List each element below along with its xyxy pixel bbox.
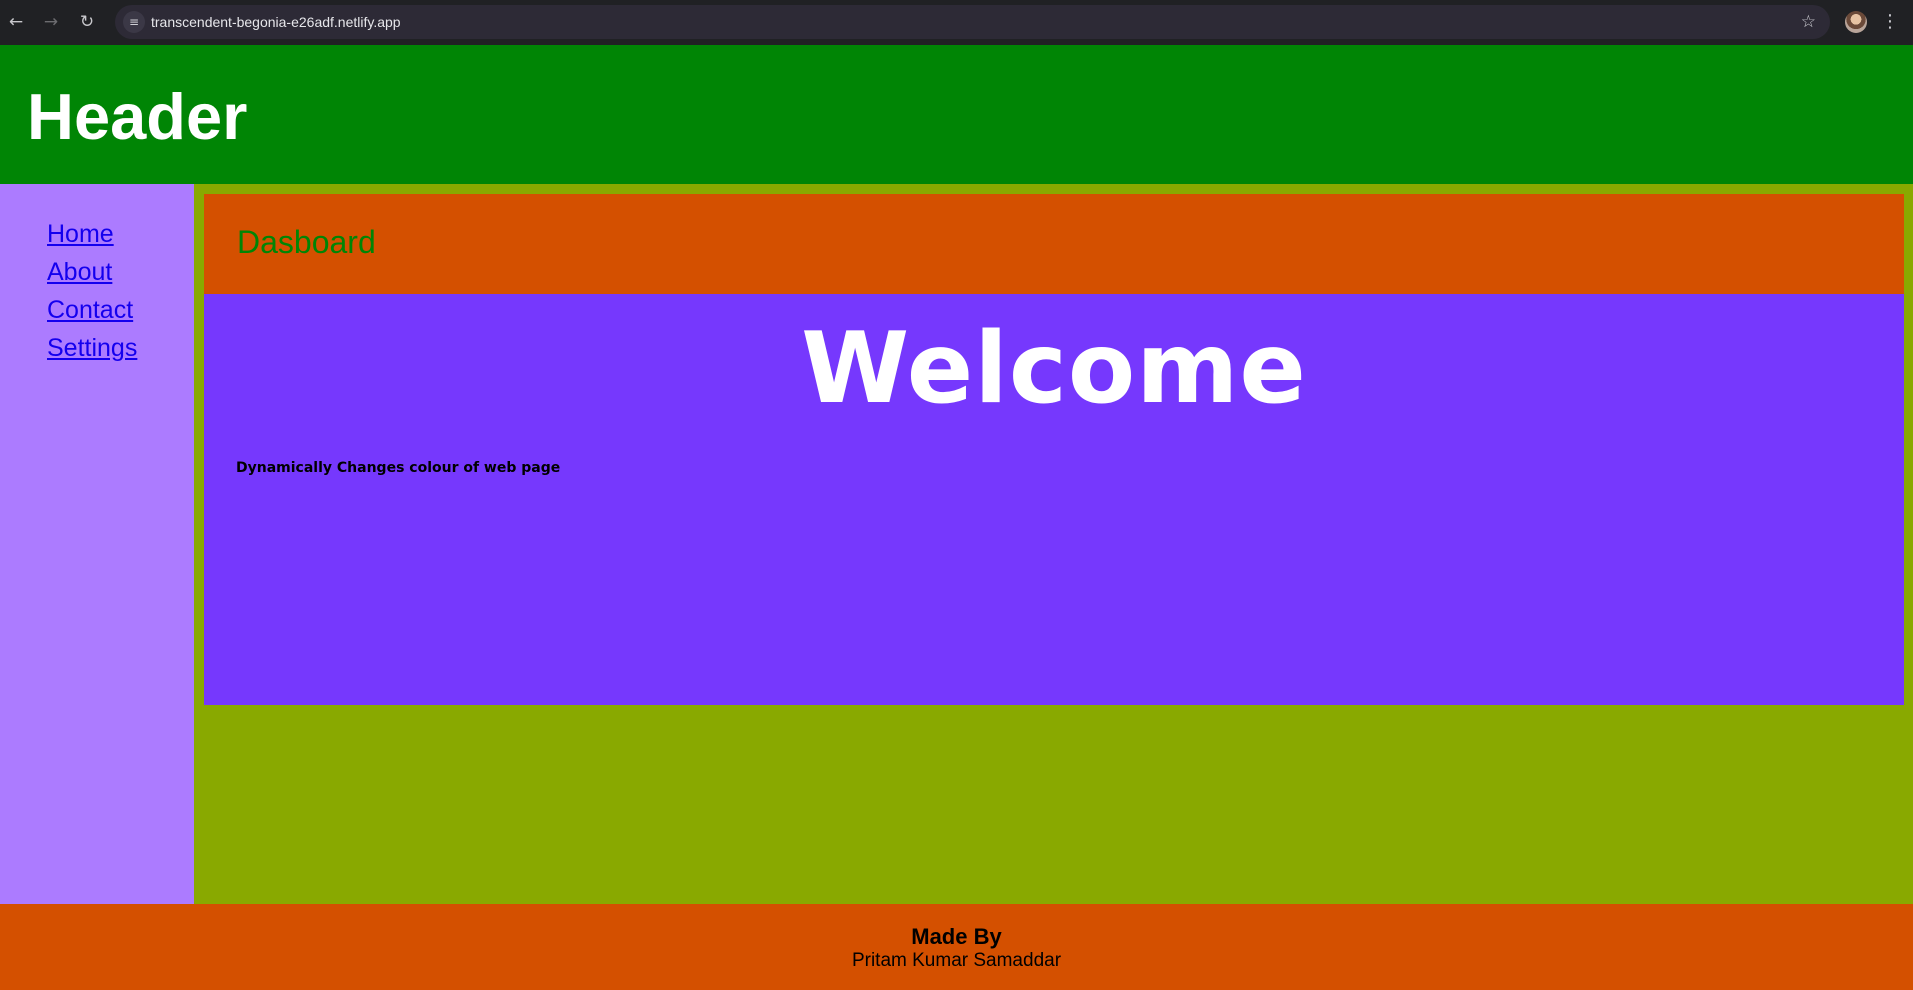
avatar[interactable] xyxy=(1845,11,1867,33)
address-bar[interactable]: ≡ transcendent-begonia-e26adf.netlify.ap… xyxy=(115,5,1830,39)
nav-link-contact[interactable]: Contact xyxy=(47,296,133,324)
tune-icon[interactable]: ≡ xyxy=(123,11,145,33)
browser-toolbar: ← → ↻ ≡ transcendent-begonia-e26adf.netl… xyxy=(0,0,1913,45)
header-title: Header xyxy=(27,80,248,153)
reload-icon[interactable]: ↻ xyxy=(76,11,98,33)
made-by-label: Made By xyxy=(911,924,1002,949)
sidebar-item-about: About xyxy=(47,258,137,296)
back-arrow-icon[interactable]: ← xyxy=(5,11,27,33)
nav-link-settings[interactable]: Settings xyxy=(47,334,137,362)
welcome-title: Welcome xyxy=(801,312,1307,426)
nav-link-about[interactable]: About xyxy=(47,258,112,286)
web-page: Header Home About Contact Settings Dasbo… xyxy=(0,45,1913,990)
dashboard-banner: Dasboard xyxy=(204,194,1904,294)
sidebar-item-settings: Settings xyxy=(47,334,137,372)
sidebar: Home About Contact Settings xyxy=(0,184,194,904)
url-text[interactable]: transcendent-begonia-e26adf.netlify.app xyxy=(151,14,401,30)
welcome-text: Dynamically Changes colour of web page xyxy=(236,460,561,476)
main-content: Dasboard Welcome Dynamically Changes col… xyxy=(194,184,1913,904)
site-header: Header xyxy=(0,45,1913,184)
nav-link-home[interactable]: Home xyxy=(47,220,114,248)
dashboard-title: Dasboard xyxy=(237,224,376,260)
forward-arrow-icon[interactable]: → xyxy=(40,11,62,33)
sidebar-item-contact: Contact xyxy=(47,296,137,334)
star-icon[interactable]: ☆ xyxy=(1801,11,1816,33)
kebab-menu-icon[interactable]: ⋮ xyxy=(1880,10,1900,34)
welcome-panel: Welcome Dynamically Changes colour of we… xyxy=(204,294,1904,705)
sidebar-item-home: Home xyxy=(47,220,137,258)
sidebar-nav-list: Home About Contact Settings xyxy=(47,220,137,372)
site-footer: Made By Pritam Kumar Samaddar xyxy=(0,904,1913,990)
author-name: Pritam Kumar Samaddar xyxy=(851,950,1062,971)
